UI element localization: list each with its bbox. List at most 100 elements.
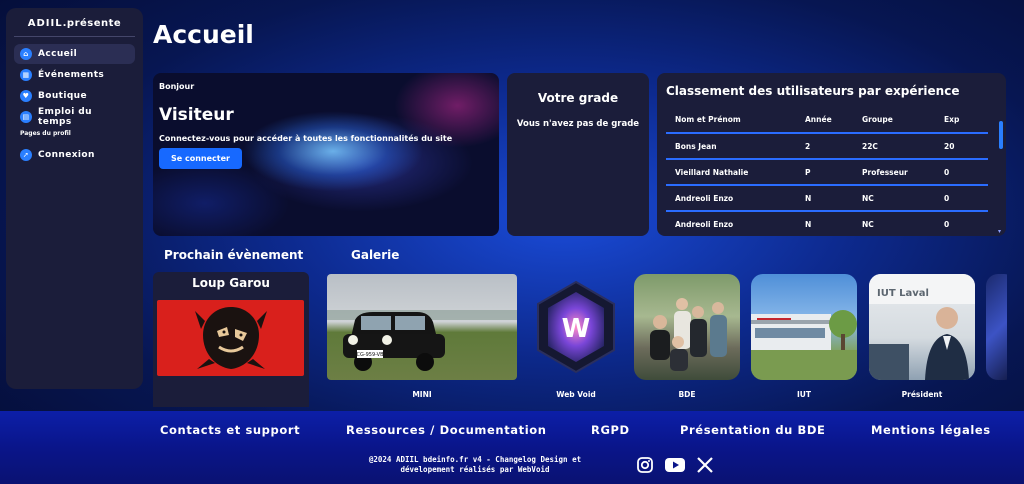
column-header: Année: [796, 107, 853, 134]
table-cell: Professeur: [853, 159, 935, 186]
sidebar-item-label: Connexion: [38, 150, 95, 160]
gallery-image: [751, 274, 857, 380]
page-title: Accueil: [153, 20, 254, 49]
next-event-heading: Prochain évènement: [164, 248, 304, 262]
welcome-card: Bonjour Visiteur Connectez-vous pour acc…: [153, 73, 499, 236]
event-image: [157, 300, 304, 376]
next-event-card[interactable]: Loup Garou: [153, 272, 309, 407]
gallery-image: W: [526, 274, 626, 380]
footer-link-bde[interactable]: Présentation du BDE: [680, 423, 826, 437]
gallery-label: Président: [901, 390, 943, 399]
gallery-item-web-void[interactable]: W Web Void: [526, 274, 626, 399]
table-cell: 0: [935, 185, 988, 212]
sidebar-item-label: Boutique: [38, 91, 87, 101]
ranking-card: Classement des utilisateurs par expérien…: [657, 73, 1006, 236]
schedule-icon: ▤: [20, 111, 32, 123]
ranking-title: Classement des utilisateurs par expérien…: [666, 84, 960, 98]
table-cell: Andreoli Enzo: [666, 185, 796, 212]
rocket-icon: ➚: [20, 149, 32, 161]
table-cell: Andreoli Enzo: [666, 211, 796, 236]
sidebar-item-emploi-du-temps[interactable]: ▤ Emploi du temps: [14, 107, 135, 127]
gallery-item-partial[interactable]: [986, 274, 1007, 380]
table-cell: 0: [935, 159, 988, 186]
gallery-image: IUT Laval: [869, 274, 975, 380]
social-links: [634, 455, 716, 475]
x-icon[interactable]: [694, 455, 716, 475]
sidebar-item-evenements[interactable]: ▦ Événements: [14, 65, 135, 85]
gallery-label: BDE: [678, 390, 696, 399]
sidebar-item-label: Événements: [38, 70, 105, 80]
gallery-item-mini[interactable]: CG-959-VB MINI: [327, 274, 517, 399]
table-cell: N: [796, 211, 853, 236]
youtube-icon[interactable]: [664, 455, 686, 475]
footer-link-legal[interactable]: Mentions légales: [871, 423, 991, 437]
visitor-name: Visiteur: [159, 105, 234, 125]
column-header: Nom et Prénom: [666, 107, 796, 134]
gallery-item-president[interactable]: IUT Laval Président: [869, 274, 975, 399]
event-title: Loup Garou: [192, 276, 270, 290]
greeting: Bonjour: [159, 82, 195, 91]
copyright: @2024 ADIIL bdeinfo.fr v4 - Changelog De…: [368, 455, 582, 474]
table-cell: 2: [796, 133, 853, 160]
table-row: Andreoli Enzo N NC 0: [666, 211, 988, 236]
car-illustration: CG-959-VB: [327, 310, 517, 371]
sidebar-section-profile: Pages du profil: [20, 130, 71, 137]
gallery-label: IUT: [797, 390, 811, 399]
gallery-image: [986, 274, 1007, 380]
table-cell: N: [796, 185, 853, 212]
grade-status: Vous n'avez pas de grade: [516, 119, 640, 129]
gallery: CG-959-VB MINI W Web Void BDE IUT IUT La…: [327, 272, 1007, 407]
gallery-item-bde[interactable]: BDE: [634, 274, 740, 399]
table-cell: Vieillard Nathalie: [666, 159, 796, 186]
building-sign: IUT Laval: [877, 288, 929, 299]
logo-letter: W: [562, 314, 591, 344]
table-cell: 0: [935, 211, 988, 236]
sidebar: ADIIL.présente ⌂ Accueil ▦ Événements ♥ …: [6, 8, 143, 389]
table-cell: Bons Jean: [666, 133, 796, 160]
grade-title: Votre grade: [537, 91, 619, 105]
scrollbar-thumb[interactable]: [999, 121, 1003, 149]
sidebar-item-accueil[interactable]: ⌂ Accueil: [14, 44, 135, 64]
footer-links: Contacts et support Ressources / Documen…: [0, 423, 1024, 439]
table-header-row: Nom et Prénom Année Groupe Exp: [666, 107, 988, 134]
table-cell: NC: [853, 185, 935, 212]
instagram-icon[interactable]: [634, 455, 656, 475]
footer-link-contacts[interactable]: Contacts et support: [160, 423, 300, 437]
table-cell: P: [796, 159, 853, 186]
ranking-scrollbar[interactable]: ▾: [998, 117, 1003, 235]
gallery-item-iut[interactable]: IUT: [751, 274, 857, 399]
gallery-heading: Galerie: [351, 248, 400, 262]
table-row: Bons Jean 2 22C 20: [666, 133, 988, 160]
shop-icon: ♥: [20, 90, 32, 102]
web-void-logo: W: [537, 280, 615, 374]
footer-link-resources[interactable]: Ressources / Documentation: [346, 423, 547, 437]
sidebar-item-label: Emploi du temps: [38, 107, 92, 127]
gallery-label: Web Void: [556, 390, 596, 399]
werewolf-icon: [194, 307, 267, 369]
gallery-image: CG-959-VB: [327, 274, 517, 380]
sidebar-item-label: Accueil: [38, 49, 78, 59]
column-header: Groupe: [853, 107, 935, 134]
scroll-down-icon[interactable]: ▾: [998, 228, 1001, 235]
table-cell: 22C: [853, 133, 935, 160]
grade-card: Votre grade Vous n'avez pas de grade: [507, 73, 649, 236]
sidebar-item-boutique[interactable]: ♥ Boutique: [14, 86, 135, 106]
brand-logo[interactable]: ADIIL.présente: [14, 18, 135, 37]
table-cell: 20: [935, 133, 988, 160]
table-row: Andreoli Enzo N NC 0: [666, 185, 988, 212]
footer: Contacts et support Ressources / Documen…: [0, 411, 1024, 484]
license-plate: CG-959-VB: [356, 352, 384, 358]
footer-link-rgpd[interactable]: RGPD: [591, 423, 630, 437]
calendar-icon: ▦: [20, 69, 32, 81]
login-message: Connectez-vous pour accéder à toutes les…: [159, 134, 453, 143]
login-button[interactable]: Se connecter: [159, 148, 242, 169]
gallery-image: [634, 274, 740, 380]
table-row: Vieillard Nathalie P Professeur 0: [666, 159, 988, 186]
table-cell: NC: [853, 211, 935, 236]
sidebar-nav: ⌂ Accueil ▦ Événements ♥ Boutique ▤ Empl…: [14, 44, 135, 165]
president-photo: IUT Laval: [869, 274, 975, 380]
sidebar-item-connexion[interactable]: ➚ Connexion: [14, 145, 135, 165]
column-header: Exp: [935, 107, 988, 134]
gallery-label: MINI: [412, 390, 432, 399]
group-photo: [650, 298, 727, 371]
